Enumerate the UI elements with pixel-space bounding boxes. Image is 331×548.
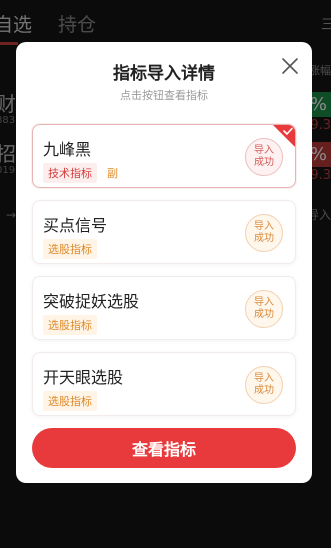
import-details-dialog: 指标导入详情 点击按钮查看指标 九峰黑 技术指标 副 导入 成功 买点信号 选股指…	[16, 42, 312, 483]
indicator-card[interactable]: 买点信号 选股指标 导入 成功	[32, 200, 296, 264]
indicator-name: 突破捉妖选股	[43, 292, 140, 311]
import-success-stamp: 导入 成功	[245, 290, 283, 328]
indicator-sub-tag: 副	[107, 167, 118, 180]
dialog-title: 指标导入详情	[113, 64, 215, 84]
indicator-card[interactable]: 九峰黑 技术指标 副 导入 成功	[32, 124, 296, 188]
indicator-name: 买点信号	[43, 216, 108, 235]
import-success-stamp: 导入 成功	[245, 214, 283, 252]
view-indicators-button[interactable]: 查看指标	[32, 428, 296, 468]
indicator-name: 开天眼选股	[43, 368, 124, 387]
close-icon[interactable]	[278, 54, 302, 78]
check-corner-icon	[273, 125, 295, 147]
indicator-name: 九峰黑	[43, 140, 92, 159]
indicator-card[interactable]: 突破捉妖选股 选股指标 导入 成功	[32, 276, 296, 340]
indicator-type-tag: 选股指标	[43, 239, 97, 259]
indicator-type-tag: 选股指标	[43, 391, 97, 411]
dialog-subtitle: 点击按钮查看指标	[120, 89, 208, 102]
indicator-type-tag: 技术指标	[43, 163, 97, 183]
indicator-type-tag: 选股指标	[43, 315, 97, 335]
indicator-card[interactable]: 开天眼选股 选股指标 导入 成功	[32, 352, 296, 416]
import-success-stamp: 导入 成功	[245, 366, 283, 404]
